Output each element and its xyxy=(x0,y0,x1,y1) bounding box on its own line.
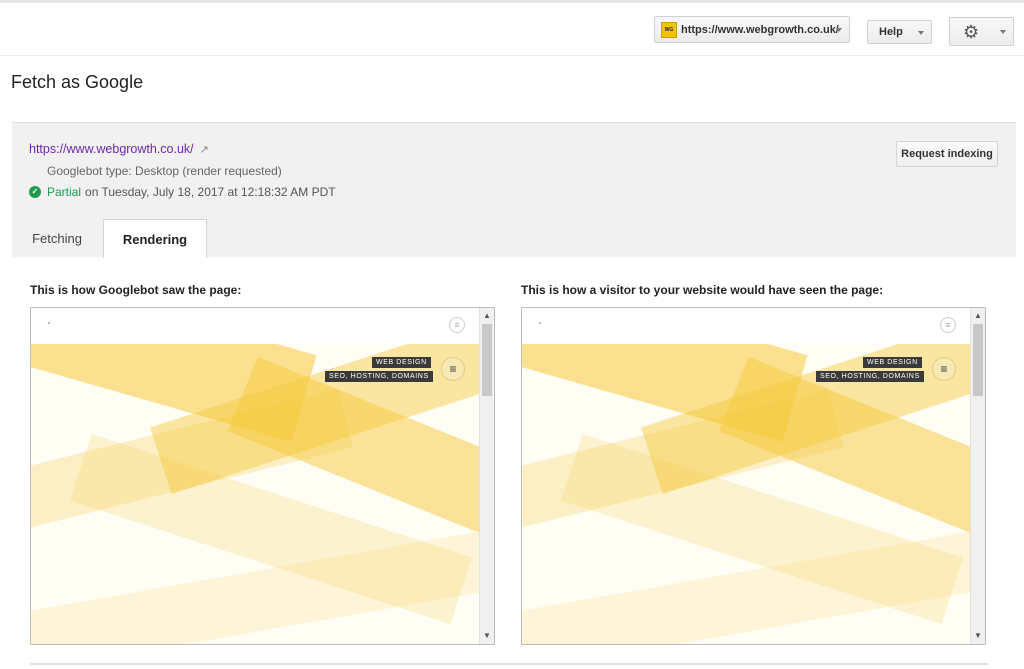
googlebot-type: Googlebot type: Desktop (render requeste… xyxy=(47,164,282,178)
hamburger-menu-icon: ≡ xyxy=(441,357,465,381)
tab-fetching[interactable]: Fetching xyxy=(12,219,102,257)
web-design-label: WEB DESIGN xyxy=(372,357,431,368)
chevron-down-icon xyxy=(836,28,842,32)
hamburger-menu-icon: ≡ xyxy=(932,357,956,381)
googlebot-render-frame: ≡ WEB DESIGN SEO, HOSTING, DOMAINS ≡ ▲ ▼ xyxy=(30,307,495,645)
googlebot-frame-scrollbar[interactable]: ▲ ▼ xyxy=(479,308,494,644)
fetched-url-text: https://www.webgrowth.co.uk/ xyxy=(29,142,194,156)
help-button[interactable]: Help xyxy=(867,20,932,44)
status-detail: on Tuesday, July 18, 2017 at 12:18:32 AM… xyxy=(85,185,336,199)
help-button-label: Help xyxy=(879,26,903,38)
page-title: Fetch as Google xyxy=(11,72,144,92)
scroll-thumb[interactable] xyxy=(973,324,983,396)
site-logo: WG xyxy=(661,21,677,38)
fetch-details-panel: https://www.webgrowth.co.uk/ ↗ Googlebot … xyxy=(12,122,1016,258)
chevron-down-icon xyxy=(918,31,924,35)
web-design-label: WEB DESIGN xyxy=(863,357,922,368)
rendered-page-header: ≡ xyxy=(31,308,480,344)
fetched-url-link[interactable]: https://www.webgrowth.co.uk/ ↗ xyxy=(29,142,209,156)
scroll-down-icon[interactable]: ▼ xyxy=(971,630,985,644)
gear-icon: ⚙ xyxy=(963,22,980,42)
site-selector-label: https://www.webgrowth.co.uk/ xyxy=(681,23,839,36)
settings-button[interactable]: ⚙ xyxy=(949,17,1014,46)
scroll-down-icon[interactable]: ▼ xyxy=(480,630,494,644)
status-label: Partial xyxy=(47,185,82,199)
scroll-thumb[interactable] xyxy=(482,324,492,396)
rendered-hero-image: WEB DESIGN SEO, HOSTING, DOMAINS ≡ xyxy=(522,344,971,644)
googlebot-view-caption: This is how Googlebot saw the page: xyxy=(30,283,242,297)
rendered-logo-dot xyxy=(539,322,541,324)
fetch-status: ✓ Partial on Tuesday, July 18, 2017 at 1… xyxy=(29,185,336,199)
tab-rendering[interactable]: Rendering xyxy=(103,219,207,258)
rendered-hero-image: WEB DESIGN SEO, HOSTING, DOMAINS ≡ xyxy=(31,344,480,644)
rendered-logo-dot xyxy=(48,322,50,324)
menu-circle-icon: ≡ xyxy=(940,317,956,333)
top-toolbar: WG https://www.webgrowth.co.uk/ Help ⚙ xyxy=(0,3,1024,56)
site-selector[interactable]: WG https://www.webgrowth.co.uk/ xyxy=(654,16,850,43)
request-indexing-button[interactable]: Request indexing xyxy=(896,141,998,167)
rendered-page-header: ≡ xyxy=(522,308,971,344)
menu-circle-icon: ≡ xyxy=(449,317,465,333)
visitor-render-frame: ≡ WEB DESIGN SEO, HOSTING, DOMAINS ≡ ▲ ▼ xyxy=(521,307,986,645)
seo-hosting-domains-label: SEO, HOSTING, DOMAINS xyxy=(325,371,433,382)
visitor-view-caption: This is how a visitor to your website wo… xyxy=(521,283,884,297)
chevron-down-icon xyxy=(1000,30,1006,34)
seo-hosting-domains-label: SEO, HOSTING, DOMAINS xyxy=(816,371,924,382)
bottom-divider xyxy=(30,663,988,665)
scroll-up-icon[interactable]: ▲ xyxy=(480,308,494,322)
scroll-up-icon[interactable]: ▲ xyxy=(971,308,985,322)
check-circle-icon: ✓ xyxy=(29,186,41,198)
tab-bar: Fetching Rendering xyxy=(12,219,1016,258)
visitor-frame-scrollbar[interactable]: ▲ ▼ xyxy=(970,308,985,644)
external-link-icon: ↗ xyxy=(199,144,209,156)
